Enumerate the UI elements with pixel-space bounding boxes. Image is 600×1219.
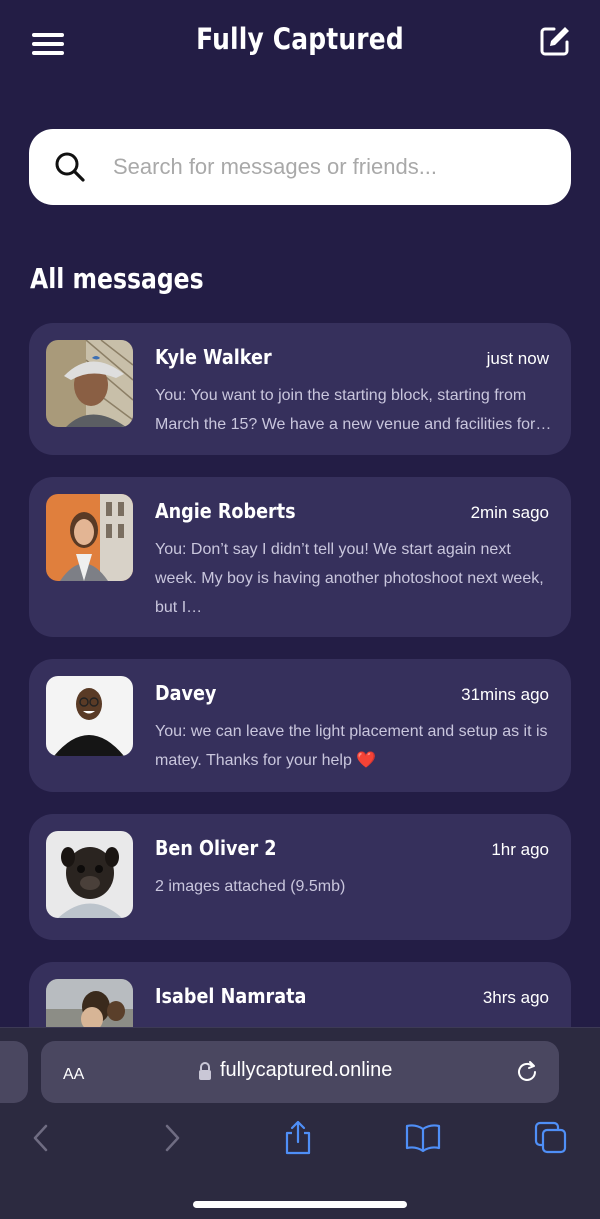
aa-label: AA <box>63 1066 85 1083</box>
app-screen: Fully Captured All messages <box>0 0 600 1219</box>
address-bar[interactable]: AA fullycaptured.online <box>41 1041 559 1103</box>
message-preview: You: You want to join the starting block… <box>155 387 552 433</box>
message-card-ben-oliver-2[interactable]: Ben Oliver 2 1hr ago 2 images attached (… <box>29 814 571 940</box>
avatar <box>46 831 133 918</box>
search-icon <box>54 151 86 183</box>
app-title: Fully Captured <box>196 22 404 56</box>
contact-name: Ben Oliver 2 <box>155 836 277 860</box>
search-input[interactable] <box>113 143 553 191</box>
tabs-icon[interactable] <box>533 1120 569 1156</box>
message-time: 31mins ago <box>461 685 549 704</box>
message-time: just now <box>486 349 549 368</box>
top-bar: Fully Captured <box>0 0 600 90</box>
avatar <box>46 676 133 756</box>
message-time: 2min sago <box>470 503 549 522</box>
message-card-davey[interactable]: Davey 31mins ago You: we can leave the l… <box>29 659 571 792</box>
message-card-kyle-walker[interactable]: Kyle Walker just now You: You want to jo… <box>29 323 571 455</box>
reader-options-button[interactable]: AA <box>63 1059 84 1085</box>
compose-edit-icon[interactable] <box>538 24 572 58</box>
contact-name: Angie Roberts <box>155 499 296 523</box>
avatar <box>46 340 133 427</box>
url-text: fullycaptured.online <box>220 1059 393 1081</box>
message-time: 3hrs ago <box>482 988 549 1007</box>
home-indicator <box>193 1201 407 1208</box>
avatar <box>46 494 133 581</box>
contact-name: Davey <box>155 681 217 705</box>
back-icon[interactable] <box>24 1120 60 1156</box>
message-time: 1hr ago <box>491 840 549 859</box>
reload-icon[interactable] <box>514 1059 540 1085</box>
contact-name: Isabel Namrata <box>155 984 307 1008</box>
section-title: All messages <box>30 262 204 295</box>
previous-tab-preview[interactable] <box>0 1041 28 1103</box>
bookmarks-icon[interactable] <box>405 1120 441 1156</box>
search-bar <box>29 129 571 205</box>
heart-emoji-icon: ❤️ <box>356 752 377 769</box>
preview-text: You: we can leave the light placement an… <box>155 723 548 769</box>
browser-toolbar: AA fullycaptured.online <box>0 1027 600 1219</box>
message-preview: You: Don’t say I didn’t tell you! We sta… <box>155 541 544 616</box>
message-preview: 2 images attached (9.5mb) <box>155 878 346 895</box>
forward-icon[interactable] <box>154 1120 190 1156</box>
contact-name: Kyle Walker <box>155 345 272 369</box>
message-preview: You: we can leave the light placement an… <box>155 717 553 775</box>
lock-icon <box>198 1062 212 1080</box>
message-card-angie-roberts[interactable]: Angie Roberts 2min sago You: Don’t say I… <box>29 477 571 637</box>
share-icon[interactable] <box>280 1120 316 1156</box>
